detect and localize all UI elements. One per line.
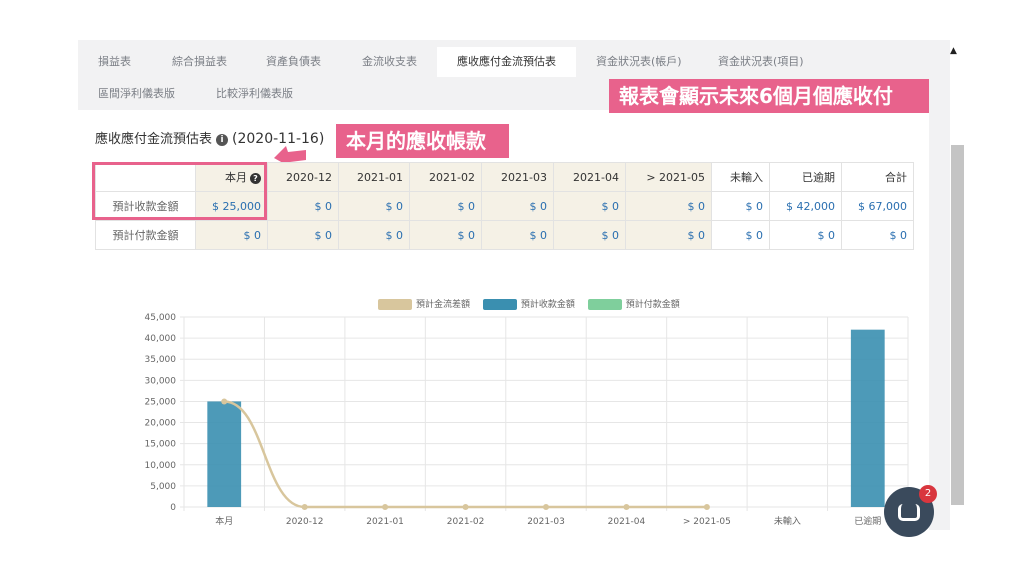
y-tick-label: 10,000 [145,461,177,471]
table-cell[interactable]: $ 0 [553,220,626,250]
bar-receivable [207,401,242,507]
legend-label-receivable[interactable]: 預計收款金額 [521,300,575,310]
y-tick-label: 0 [170,503,176,513]
chat-unread-badge: 2 [919,485,937,503]
table-cell[interactable]: $ 42,000 [769,191,842,221]
tab-receivable-payable-forecast[interactable]: 應收應付金流預估表 [437,47,576,77]
table-header: 2021-04 [553,162,626,192]
report-date: (2020-11-16) [232,131,325,147]
x-tick-label: 本月 [215,515,233,527]
point-net-flow [703,504,710,510]
table-cell[interactable]: $ 0 [625,191,712,221]
chart-legend: 預計金流差額 預計收款金額 預計付款金額 [368,297,680,310]
point-net-flow [543,504,549,510]
bar-receivable [850,329,885,507]
table-header: > 2021-05 [625,162,712,192]
x-tick-label: > 2021-05 [683,517,731,527]
table-cell[interactable]: $ 0 [711,220,770,250]
table-header: 2021-01 [338,162,410,192]
y-tick-label: 15,000 [145,440,177,450]
info-icon[interactable]: i [216,133,229,146]
x-tick-label: 未輸入 [774,515,801,527]
legend-swatch-receivable [482,299,517,310]
table-cell[interactable]: $ 0 [409,191,482,221]
tab-income-statement[interactable]: 損益表 [98,47,131,77]
table-cell[interactable]: $ 67,000 [841,191,914,221]
table-header: 已逾期 [769,162,842,192]
y-tick-label: 5,000 [150,482,176,492]
point-net-flow [221,398,228,405]
legend-label-payable[interactable]: 預計付款金額 [626,300,680,310]
table-cell[interactable]: $ 0 [409,220,482,250]
table-row: 預計付款金額 $ 0 $ 0 $ 0 $ 0 $ 0 $ 0 $ 0 $ 0 $… [95,220,914,250]
legend-swatch-net [378,299,412,310]
table-cell[interactable]: $ 0 [481,220,554,250]
callout-six-months: 報表會顯示未來6個月個應收付 [609,79,929,113]
tab-compare-profit-dashboard[interactable]: 比較淨利儀表版 [216,79,293,109]
tab-balance-sheet[interactable]: 資產負債表 [266,47,321,77]
point-net-flow [382,504,389,510]
x-tick-label: 2021-04 [608,517,646,527]
table-cell[interactable]: $ 0 [195,220,268,250]
tab-fund-status-account[interactable]: 資金狀況表(帳戶) [596,47,682,77]
table-header: 2021-02 [409,162,482,192]
y-tick-label: 40,000 [145,334,177,344]
chat-icon [898,504,920,521]
tab-period-profit-dashboard[interactable]: 區間淨利儀表版 [98,79,175,109]
table-header: 2021-03 [481,162,554,192]
tab-comprehensive-income[interactable]: 綜合損益表 [172,47,227,77]
y-tick-label: 45,000 [145,313,177,323]
highlight-box [92,162,267,220]
legend-label-net[interactable]: 預計金流差額 [416,300,470,310]
x-tick-label: 已逾期 [854,515,881,527]
x-tick-label: 2021-03 [527,517,565,527]
tab-fund-status-item[interactable]: 資金狀況表(項目) [718,47,804,77]
forecast-chart: 0 5,000 10,000 15,000 20,000 25,000 30,000 35,0… [145,313,909,527]
table-cell[interactable]: $ 0 [625,220,712,250]
callout-this-month: 本月的應收帳款 [336,124,509,158]
x-tick-label: 2021-02 [447,517,485,527]
point-net-flow [462,504,469,510]
table-header: 2020-12 [267,162,339,192]
x-tick-label: 2021-01 [366,517,404,527]
table-cell[interactable]: $ 0 [267,220,339,250]
table-header: 未輸入 [711,162,770,192]
y-tick-label: 30,000 [145,376,177,386]
table-cell[interactable]: $ 0 [769,220,842,250]
table-cell[interactable]: $ 0 [553,191,626,221]
point-net-flow [301,504,308,510]
table-cell[interactable]: $ 0 [841,220,914,250]
scrollbar[interactable] [951,145,964,505]
report-title-text: 應收應付金流預估表 [95,132,213,147]
table-cell[interactable]: $ 0 [267,191,339,221]
legend-swatch-payable [587,299,622,310]
y-tick-label: 20,000 [145,419,177,429]
table-header: 合計 [841,162,914,192]
report-title: 應收應付金流預估表 i (2020-11-16) [95,128,324,147]
table-cell[interactable]: $ 0 [338,191,410,221]
table-cell[interactable]: $ 0 [711,191,770,221]
y-tick-label: 25,000 [145,397,177,407]
table-cell[interactable]: $ 0 [338,220,410,250]
tab-cash-flow[interactable]: 金流收支表 [362,47,417,77]
x-tick-label: 2020-12 [286,517,324,527]
y-tick-label: 35,000 [145,355,177,365]
table-cell[interactable]: $ 0 [481,191,554,221]
line-net-flow [224,400,707,509]
scroll-up-arrow-icon[interactable]: ▲ [950,46,957,56]
point-net-flow [623,504,630,510]
row-label-payable: 預計付款金額 [95,220,196,250]
